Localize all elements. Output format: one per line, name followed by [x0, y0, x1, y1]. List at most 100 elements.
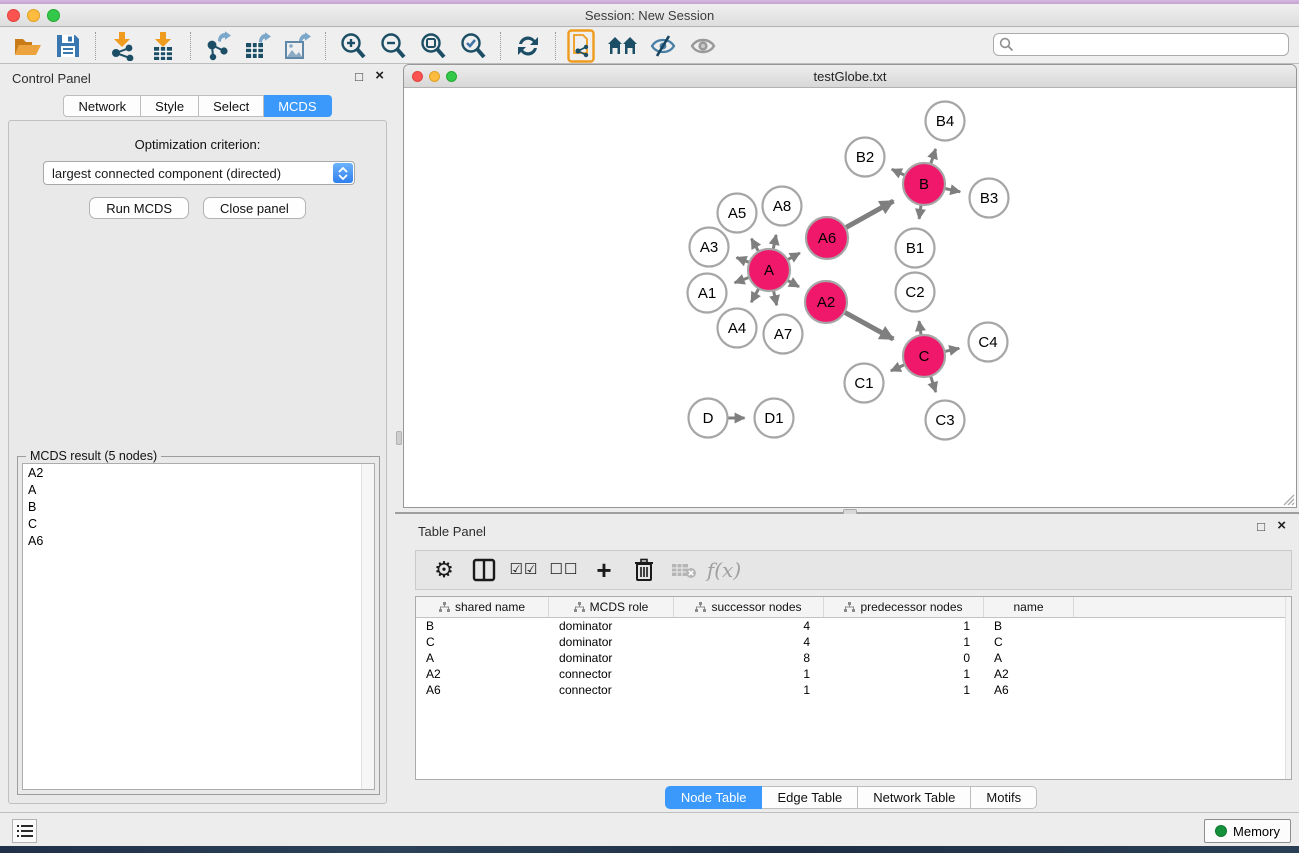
hide-graphics-details-button[interactable] — [643, 30, 683, 62]
node-A1[interactable]: A1 — [688, 274, 727, 313]
network-graph[interactable]: B4B2BB3A5A8A6A3AB1A1C2A2A4A7C4CC1C3DD1 — [404, 89, 1296, 507]
column-header-successor-nodes[interactable]: successor nodes — [674, 597, 824, 617]
cell-predecessor-nodes[interactable]: 0 — [824, 651, 984, 665]
cell-successor-nodes[interactable]: 1 — [674, 667, 824, 681]
function-builder-button[interactable]: f(x) — [706, 553, 742, 587]
cell-shared-name[interactable]: A6 — [416, 683, 549, 697]
zoom-in-button[interactable] — [333, 30, 373, 62]
tab-edge-table[interactable]: Edge Table — [762, 786, 858, 809]
cell-predecessor-nodes[interactable]: 1 — [824, 635, 984, 649]
table-settings-button[interactable]: ⚙ — [426, 553, 462, 587]
node-B4[interactable]: B4 — [926, 102, 965, 141]
table-row[interactable]: A6connector11A6 — [416, 682, 1291, 698]
cell-MCDS-role[interactable]: connector — [549, 683, 674, 697]
zoom-window-button[interactable] — [47, 9, 60, 22]
float-panel-icon[interactable]: □ — [355, 70, 363, 84]
cell-shared-name[interactable]: B — [416, 619, 549, 633]
cell-MCDS-role[interactable]: dominator — [549, 635, 674, 649]
cell-shared-name[interactable]: A — [416, 651, 549, 665]
table-row[interactable]: Cdominator41C — [416, 634, 1291, 650]
zoom-fit-button[interactable] — [413, 30, 453, 62]
node-B[interactable]: B — [903, 163, 945, 205]
node-A3[interactable]: A3 — [690, 228, 729, 267]
export-network-button[interactable] — [198, 30, 238, 62]
node-C4[interactable]: C4 — [969, 323, 1008, 362]
mcds-result-list[interactable]: A2ABCA6 — [22, 463, 375, 790]
cell-name[interactable]: A6 — [984, 683, 1074, 697]
float-panel-icon[interactable]: □ — [1257, 520, 1265, 534]
home-panels-button[interactable] — [603, 30, 643, 62]
result-list-scrollbar[interactable] — [361, 464, 374, 789]
node-A[interactable]: A — [748, 249, 790, 291]
delete-column-button[interactable] — [626, 553, 662, 587]
window-resize-grip[interactable] — [1280, 491, 1295, 506]
close-network-button[interactable] — [412, 71, 423, 82]
close-panel-button[interactable]: Close panel — [203, 197, 306, 219]
add-column-button[interactable]: + — [586, 553, 622, 587]
cell-predecessor-nodes[interactable]: 1 — [824, 683, 984, 697]
tab-style[interactable]: Style — [141, 95, 199, 117]
cell-MCDS-role[interactable]: dominator — [549, 619, 674, 633]
network-overview-button[interactable] — [563, 30, 603, 62]
node-C3[interactable]: C3 — [926, 401, 965, 440]
column-header-MCDS-role[interactable]: MCDS role — [549, 597, 674, 617]
save-session-button[interactable] — [48, 30, 88, 62]
node-D[interactable]: D — [689, 399, 728, 438]
select-all-button[interactable]: ☑☑ — [506, 553, 542, 587]
node-A2[interactable]: A2 — [805, 281, 847, 323]
cell-successor-nodes[interactable]: 4 — [674, 635, 824, 649]
node-D1[interactable]: D1 — [755, 399, 794, 438]
zoom-network-button[interactable] — [446, 71, 457, 82]
table-row[interactable]: Bdominator41B — [416, 618, 1291, 634]
zoom-selected-button[interactable] — [453, 30, 493, 62]
node-A7[interactable]: A7 — [764, 315, 803, 354]
cell-predecessor-nodes[interactable]: 1 — [824, 667, 984, 681]
tab-network[interactable]: Network — [63, 95, 141, 117]
cell-name[interactable]: B — [984, 619, 1074, 633]
cell-predecessor-nodes[interactable]: 1 — [824, 619, 984, 633]
tab-mcds[interactable]: MCDS — [264, 95, 331, 117]
network-window-titlebar[interactable]: testGlobe.txt — [404, 65, 1296, 88]
column-header-shared-name[interactable]: shared name — [416, 597, 549, 617]
edge-A6-B[interactable] — [844, 201, 894, 229]
search-input[interactable] — [993, 33, 1289, 56]
cell-name[interactable]: C — [984, 635, 1074, 649]
show-graphics-details-button[interactable] — [683, 30, 723, 62]
tab-node-table[interactable]: Node Table — [665, 786, 763, 809]
node-A5[interactable]: A5 — [718, 194, 757, 233]
tab-motifs[interactable]: Motifs — [971, 786, 1037, 809]
cell-successor-nodes[interactable]: 1 — [674, 683, 824, 697]
result-item[interactable]: A2 — [23, 464, 374, 481]
result-item[interactable]: A6 — [23, 532, 374, 549]
close-window-button[interactable] — [7, 9, 20, 22]
cell-successor-nodes[interactable]: 4 — [674, 619, 824, 633]
cell-name[interactable]: A — [984, 651, 1074, 665]
edge-A2-C[interactable] — [843, 311, 894, 339]
table-scrollbar[interactable] — [1285, 597, 1291, 779]
export-table-button[interactable] — [238, 30, 278, 62]
column-header-name[interactable]: name — [984, 597, 1074, 617]
table-row[interactable]: A2connector11A2 — [416, 666, 1291, 682]
divider-handle[interactable] — [396, 431, 402, 445]
result-item[interactable]: A — [23, 481, 374, 498]
tab-select[interactable]: Select — [199, 95, 264, 117]
table-row[interactable]: Adominator80A — [416, 650, 1291, 666]
import-table-button[interactable] — [143, 30, 183, 62]
import-network-button[interactable] — [103, 30, 143, 62]
network-canvas[interactable]: B4B2BB3A5A8A6A3AB1A1C2A2A4A7C4CC1C3DD1 — [404, 89, 1296, 507]
criterion-select[interactable]: largest connected component (directed) — [43, 161, 355, 185]
minimize-network-button[interactable] — [429, 71, 440, 82]
delete-table-button[interactable] — [666, 553, 702, 587]
apply-preferred-layout-button[interactable] — [508, 30, 548, 62]
node-A4[interactable]: A4 — [718, 309, 757, 348]
node-B3[interactable]: B3 — [970, 179, 1009, 218]
memory-button[interactable]: Memory — [1204, 819, 1291, 843]
run-mcds-button[interactable]: Run MCDS — [89, 197, 189, 219]
cell-shared-name[interactable]: C — [416, 635, 549, 649]
node-C1[interactable]: C1 — [845, 364, 884, 403]
node-A6[interactable]: A6 — [806, 217, 848, 259]
cell-name[interactable]: A2 — [984, 667, 1074, 681]
node-C2[interactable]: C2 — [896, 273, 935, 312]
tab-network-table[interactable]: Network Table — [858, 786, 971, 809]
open-session-button[interactable] — [8, 30, 48, 62]
